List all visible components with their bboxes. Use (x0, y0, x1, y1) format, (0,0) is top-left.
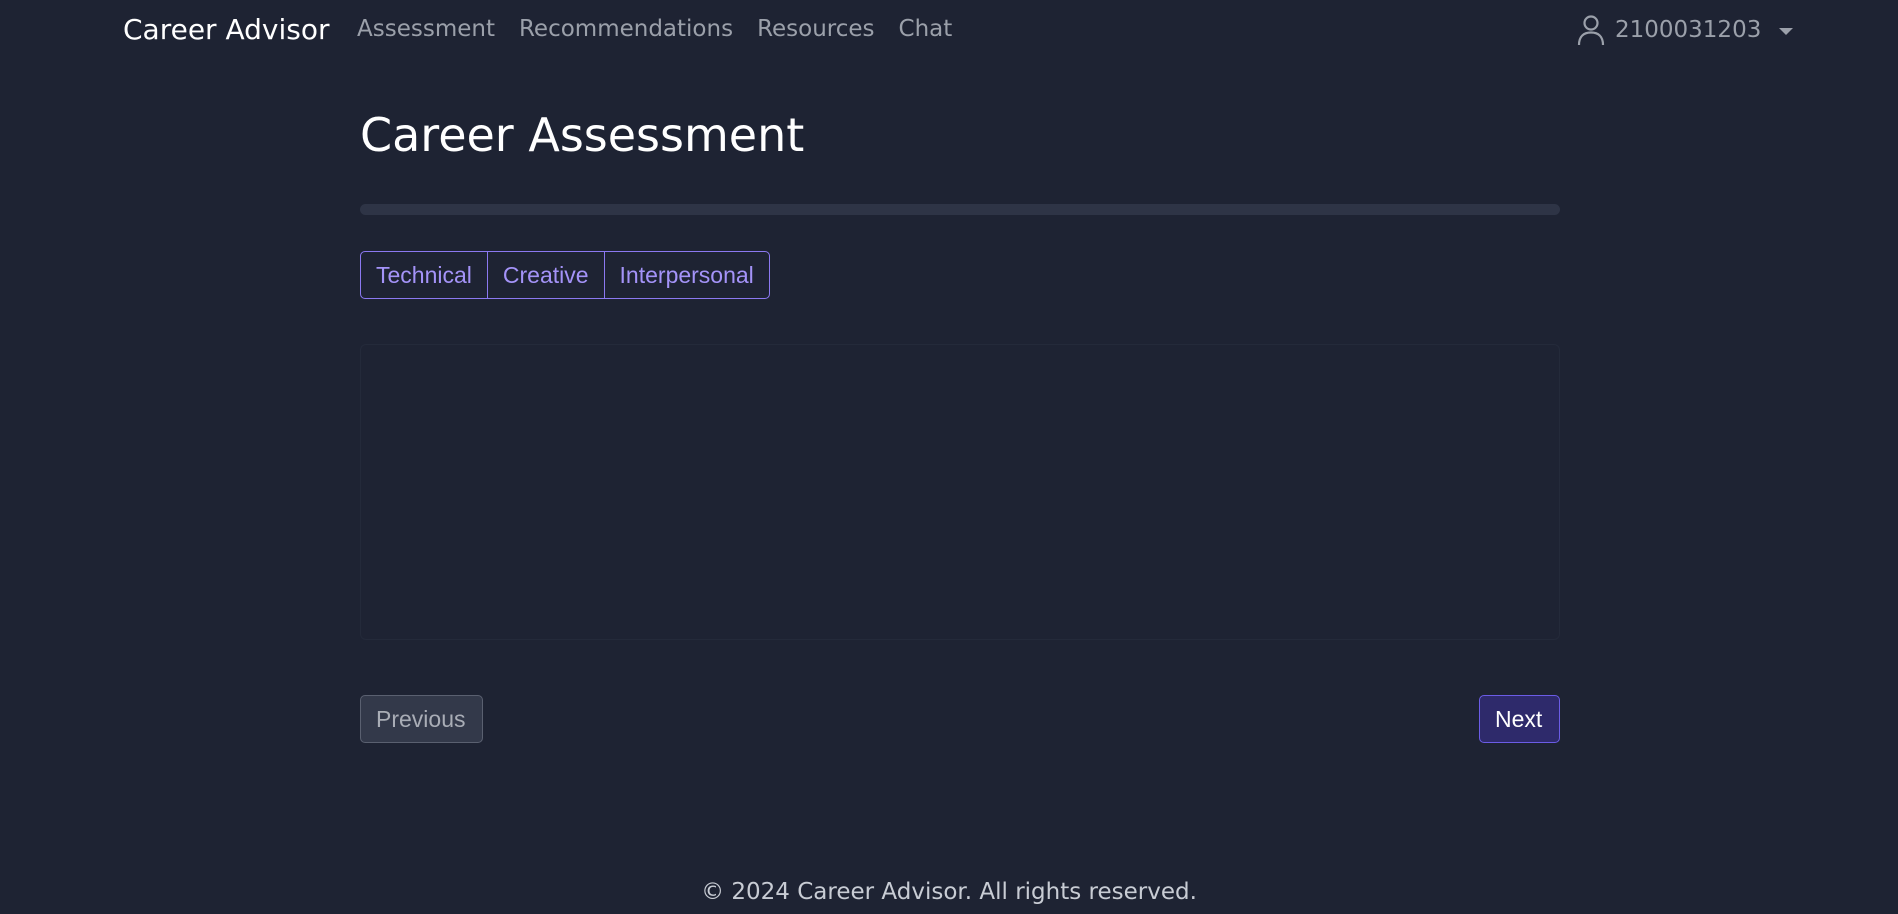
next-button[interactable]: Next (1479, 695, 1560, 743)
user-icon (1577, 14, 1605, 46)
nav-links: Assessment Recommendations Resources Cha… (357, 16, 952, 42)
assessment-progress-bar (360, 204, 1560, 215)
chevron-down-icon (1779, 27, 1794, 35)
footer-copyright: © 2024 Career Advisor. All rights reserv… (701, 879, 1197, 905)
tab-technical[interactable]: Technical (360, 251, 488, 299)
previous-button[interactable]: Previous (360, 695, 483, 743)
nav-link-chat[interactable]: Chat (899, 16, 953, 42)
brand-logo[interactable]: Career Advisor (123, 13, 330, 46)
tab-interpersonal[interactable]: Interpersonal (603, 251, 770, 299)
category-tabs: Technical Creative Interpersonal (360, 251, 770, 299)
question-card (360, 344, 1560, 640)
page-title: Career Assessment (360, 108, 805, 162)
user-menu-dropdown[interactable]: 2100031203 (1577, 14, 1794, 46)
user-name: 2100031203 (1615, 17, 1762, 43)
nav-link-recommendations[interactable]: Recommendations (519, 16, 733, 42)
nav-link-assessment[interactable]: Assessment (357, 16, 495, 42)
nav-link-resources[interactable]: Resources (757, 16, 874, 42)
top-navbar: Career Advisor Assessment Recommendation… (0, 0, 1898, 62)
tab-creative[interactable]: Creative (486, 251, 605, 299)
